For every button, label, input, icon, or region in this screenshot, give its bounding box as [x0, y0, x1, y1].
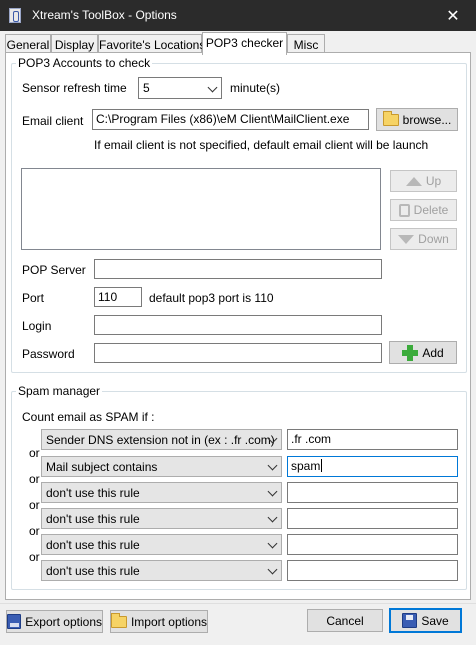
chevron-down-icon: [267, 564, 278, 575]
password-input[interactable]: [94, 343, 382, 363]
spam-rule-select-2[interactable]: Mail subject contains: [41, 456, 282, 477]
delete-button[interactable]: Delete: [390, 199, 457, 221]
spam-rule-input-2[interactable]: spam: [287, 456, 458, 477]
port-hint: default pop3 port is 110: [149, 291, 274, 305]
up-label: Up: [425, 174, 442, 188]
pop-server-label: POP Server: [22, 263, 86, 277]
plus-icon: [402, 344, 419, 361]
tab-favorites-locations[interactable]: Favorite's Locations: [98, 34, 205, 53]
browse-label: browse...: [402, 112, 452, 127]
spam-rule-value: don't use this rule: [46, 486, 140, 500]
sensor-refresh-unit: minute(s): [230, 81, 281, 95]
password-label: Password: [22, 347, 75, 361]
chevron-down-icon: [267, 460, 278, 471]
folder-icon: [382, 110, 399, 126]
chevron-down-icon: [267, 486, 278, 497]
or-connector: or: [29, 550, 40, 564]
spam-rule-value: Mail subject contains: [46, 460, 158, 474]
spam-rule-select-1[interactable]: Sender DNS extension not in (ex : .fr .c…: [41, 429, 282, 450]
down-button[interactable]: Down: [390, 228, 457, 250]
spam-rule-input-1[interactable]: .fr .com: [287, 429, 458, 450]
spam-rule-select-4[interactable]: don't use this rule: [41, 508, 282, 529]
port-label: Port: [22, 291, 45, 305]
import-options-button[interactable]: Import options: [110, 610, 208, 633]
add-button[interactable]: Add: [389, 341, 457, 364]
or-connector: or: [29, 446, 40, 460]
folder-icon: [111, 612, 127, 628]
save-icon: [402, 613, 418, 628]
spam-rule-value: Sender DNS extension not in (ex : .fr .c…: [46, 433, 275, 447]
spam-rule-value: don't use this rule: [46, 538, 140, 552]
sensor-refresh-value: 5: [143, 81, 150, 95]
browse-button[interactable]: browse...: [376, 108, 458, 131]
login-input[interactable]: [94, 315, 382, 335]
accounts-list[interactable]: [21, 168, 381, 250]
tab-pop3-checker[interactable]: POP3 checker: [202, 32, 287, 55]
trash-icon: [398, 203, 410, 217]
title-bar: Xtream's ToolBox - Options ✕: [0, 0, 476, 31]
save-label: Save: [421, 613, 449, 628]
spam-rule-input-4[interactable]: [287, 508, 458, 529]
sensor-refresh-label: Sensor refresh time: [22, 81, 127, 95]
spam-intro: Count email as SPAM if :: [22, 410, 155, 424]
chevron-down-icon: [267, 538, 278, 549]
arrow-up-icon: [405, 176, 422, 186]
cancel-button[interactable]: Cancel: [307, 609, 383, 632]
spam-group-title: Spam manager: [16, 384, 103, 398]
spam-rule-select-5[interactable]: don't use this rule: [41, 534, 282, 555]
spam-rule-input-6[interactable]: [287, 560, 458, 581]
email-client-input[interactable]: C:\Program Files (x86)\eM Client\MailCli…: [92, 109, 369, 130]
app-icon: [9, 8, 21, 23]
spam-rule-input-3[interactable]: [287, 482, 458, 503]
delete-label: Delete: [413, 203, 449, 217]
pop3-group-title: POP3 Accounts to check: [16, 56, 153, 70]
up-button[interactable]: Up: [390, 170, 457, 192]
chevron-down-icon: [267, 512, 278, 523]
email-client-label: Email client: [22, 114, 84, 128]
save-button[interactable]: Save: [389, 608, 462, 633]
import-label: Import options: [130, 614, 207, 629]
export-label: Export options: [25, 614, 102, 629]
down-label: Down: [418, 232, 449, 246]
or-connector: or: [29, 498, 40, 512]
export-options-button[interactable]: Export options: [6, 610, 103, 633]
sensor-refresh-select[interactable]: 5: [138, 77, 222, 99]
spam-rule-input-text: spam: [291, 459, 321, 473]
spam-rule-value: don't use this rule: [46, 512, 140, 526]
or-connector: or: [29, 472, 40, 486]
export-icon: [7, 614, 22, 629]
tab-misc[interactable]: Misc: [287, 34, 325, 53]
footer-divider: [0, 603, 476, 604]
spam-rule-select-3[interactable]: don't use this rule: [41, 482, 282, 503]
spam-rule-select-6[interactable]: don't use this rule: [41, 560, 282, 581]
arrow-down-icon: [398, 234, 415, 244]
pop-server-input[interactable]: [94, 259, 382, 279]
close-icon[interactable]: ✕: [430, 0, 476, 31]
spam-rule-value: don't use this rule: [46, 564, 140, 578]
tab-display[interactable]: Display: [51, 34, 98, 53]
or-connector: or: [29, 524, 40, 538]
email-client-hint: If email client is not specified, defaul…: [94, 138, 429, 152]
port-input[interactable]: 110: [94, 287, 142, 307]
window-title: Xtream's ToolBox - Options: [32, 8, 177, 22]
add-label: Add: [422, 345, 444, 360]
chevron-down-icon: [207, 82, 218, 93]
text-caret: [321, 459, 323, 472]
spam-rule-input-5[interactable]: [287, 534, 458, 555]
login-label: Login: [22, 319, 52, 333]
tab-general[interactable]: General: [5, 34, 51, 53]
